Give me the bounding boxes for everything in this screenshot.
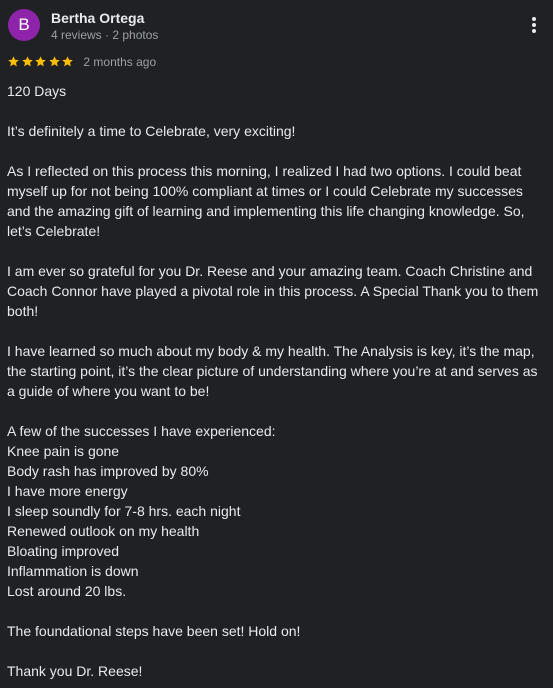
successes-intro: A few of the successes I have experience… bbox=[7, 423, 276, 439]
star-icon bbox=[62, 56, 74, 67]
star-icon bbox=[21, 56, 33, 67]
success-item: Body rash has improved by 80% bbox=[7, 463, 209, 479]
avatar[interactable]: B bbox=[8, 9, 40, 41]
success-item: Bloating improved bbox=[7, 543, 120, 559]
star-rating bbox=[7, 53, 75, 71]
review-time: 2 months ago bbox=[83, 55, 157, 69]
success-item: Knee pain is gone bbox=[7, 443, 120, 459]
successes-list: A few of the successes I have experience… bbox=[7, 421, 547, 601]
success-item: I have more energy bbox=[7, 483, 128, 499]
review-paragraph: I am ever so grateful for you Dr. Reese … bbox=[7, 263, 539, 319]
rating-row: 2 months ago bbox=[7, 53, 156, 69]
review-paragraph: As I reflected on this process this morn… bbox=[7, 163, 525, 239]
star-icon bbox=[48, 56, 60, 67]
success-item: Renewed outlook on my health bbox=[7, 523, 200, 539]
success-item: I sleep soundly for 7-8 hrs. each night bbox=[7, 503, 241, 519]
review-paragraph: It’s definitely a time to Celebrate, ver… bbox=[7, 123, 296, 139]
more-vert-icon[interactable] bbox=[530, 17, 538, 35]
star-icon bbox=[8, 56, 19, 67]
review-text: 120 Days It’s definitely a time to Celeb… bbox=[7, 81, 547, 688]
review-paragraph: The foundational steps have been set! Ho… bbox=[7, 623, 301, 639]
review-paragraph: 120 Days bbox=[7, 83, 67, 99]
review-paragraph: Thank you Dr. Reese! bbox=[7, 663, 143, 679]
review-header: B Bertha Ortega 4 reviews · 2 photos bbox=[8, 9, 545, 45]
review-card: B Bertha Ortega 4 reviews · 2 photos 2 m… bbox=[0, 0, 553, 688]
author-meta: 4 reviews · 2 photos bbox=[51, 28, 159, 42]
success-item: Lost around 20 lbs. bbox=[7, 583, 127, 599]
author-name[interactable]: Bertha Ortega bbox=[51, 10, 144, 26]
success-item: Inflammation is down bbox=[7, 563, 139, 579]
review-paragraph: I have learned so much about my body & m… bbox=[7, 343, 538, 399]
star-icon bbox=[35, 56, 46, 67]
